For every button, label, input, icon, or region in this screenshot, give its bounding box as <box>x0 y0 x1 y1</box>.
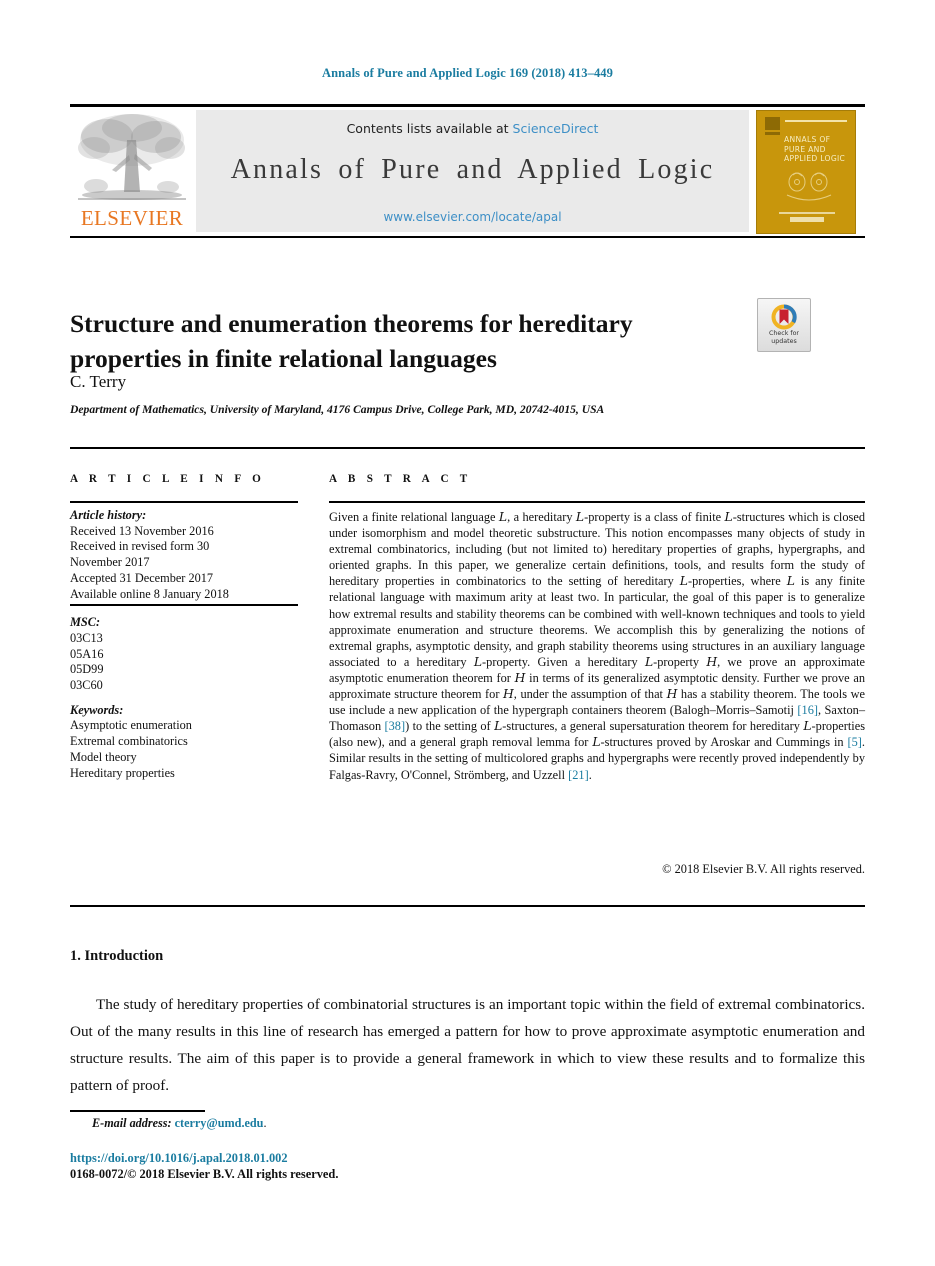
article-history-item: November 2017 <box>70 555 150 570</box>
title-block-rule <box>70 447 865 450</box>
author-affiliation: Department of Mathematics, University of… <box>70 403 605 416</box>
journal-url-link[interactable]: www.elsevier.com/locate/apal <box>196 210 749 224</box>
abstract-text: Given a finite relational language L, a … <box>329 510 866 782</box>
footnote-rule <box>70 1110 205 1112</box>
article-history-block: Article history: Received 13 November 20… <box>70 508 302 602</box>
elsevier-tree-icon <box>78 114 186 200</box>
email-link[interactable]: cterry@umd.edu <box>175 1116 264 1130</box>
keyword-item: Hereditary properties <box>70 765 175 780</box>
cover-elsevier-mark-bar <box>765 132 780 135</box>
msc-code: 03C13 <box>70 630 103 645</box>
section-heading-introduction: 1. Introduction <box>70 948 164 964</box>
check-for-updates-icon <box>771 304 797 330</box>
page-title: Structure and enumeration theorems for h… <box>70 309 633 374</box>
crossmark-label-line1: Check for <box>768 330 800 337</box>
elsevier-logo: ELSEVIER <box>72 110 192 232</box>
introduction-paragraph: The study of hereditary properties of co… <box>70 996 865 1094</box>
keyword-item: Model theory <box>70 749 137 764</box>
article-info-heading: A R T I C L E I N F O <box>70 473 266 485</box>
running-head: Annals of Pure and Applied Logic 169 (20… <box>321 66 613 80</box>
article-history-item: Received 13 November 2016 <box>70 523 214 538</box>
author-name: C. Terry <box>70 372 127 391</box>
masthead-top-rule <box>70 104 865 107</box>
masthead-bottom-rule <box>70 236 865 238</box>
abstract-copyright: © 2018 Elsevier B.V. All rights reserved… <box>662 862 865 876</box>
issn-copyright-line: 0168-0072/© 2018 Elsevier B.V. All right… <box>70 1167 339 1181</box>
msc-label: MSC: <box>70 615 101 630</box>
crossmark-label: Check for updates <box>758 330 810 346</box>
contents-prefix: Contents lists available at <box>346 121 513 136</box>
journal-title: Annals of Pure and Applied Logic <box>230 154 715 185</box>
keyword-item: Asymptotic enumeration <box>70 718 192 733</box>
doi-link[interactable]: https://doi.org/10.1016/j.apal.2018.01.0… <box>70 1151 288 1166</box>
msc-block: MSC: 03C13 05A16 05D99 03C60 <box>70 615 302 694</box>
cover-top-rule <box>785 120 847 122</box>
journal-cover-thumbnail[interactable]: ANNALS OF PURE AND APPLIED LOGIC <box>756 110 856 234</box>
article-info-column: Article history: Received 13 November 20… <box>70 508 302 781</box>
paper-page: Annals of Pure and Applied Logic 169 (20… <box>0 0 935 1266</box>
msc-code: 05A16 <box>70 646 104 661</box>
cover-journal-title: ANNALS OF PURE AND APPLIED LOGIC <box>784 135 846 164</box>
email-suffix: . <box>263 1116 267 1130</box>
crossmark-badge[interactable]: Check for updates <box>757 298 811 352</box>
cover-bottom-rule <box>779 212 835 214</box>
article-history-item: Accepted 31 December 2017 <box>70 570 214 585</box>
msc-code: 03C60 <box>70 678 103 693</box>
contents-available-line: Contents lists available at ScienceDirec… <box>196 121 749 136</box>
keyword-item: Extremal combinatorics <box>70 734 188 749</box>
crossmark-label-line2: updates <box>771 338 797 345</box>
article-history-label: Article history: <box>70 508 147 522</box>
keywords-label: Keywords: <box>70 702 124 717</box>
abstract-bottom-rule <box>70 905 865 908</box>
email-label: E-mail address: <box>92 1116 172 1130</box>
cover-footer-block <box>790 217 824 222</box>
article-history-item: Received in revised form 30 <box>70 539 210 554</box>
keywords-block: Keywords: Asymptotic enumeration Extrema… <box>70 703 302 782</box>
cover-elsevier-mark-icon <box>765 117 780 130</box>
sciencedirect-link[interactable]: ScienceDirect <box>513 121 599 136</box>
article-info-second-rule <box>70 604 298 606</box>
article-info-rule <box>70 501 298 504</box>
cover-artwork-icon <box>786 172 832 201</box>
abstract-heading: A B S T R A C T <box>329 473 472 485</box>
email-address-line: E-mail address: cterry@umd.edu. <box>70 1116 570 1131</box>
msc-code: 05D99 <box>70 662 104 677</box>
masthead-box: Contents lists available at ScienceDirec… <box>196 110 749 232</box>
abstract-rule <box>329 501 865 504</box>
article-history-item: Available online 8 January 2018 <box>70 586 229 601</box>
elsevier-wordmark: ELSEVIER <box>80 206 184 230</box>
